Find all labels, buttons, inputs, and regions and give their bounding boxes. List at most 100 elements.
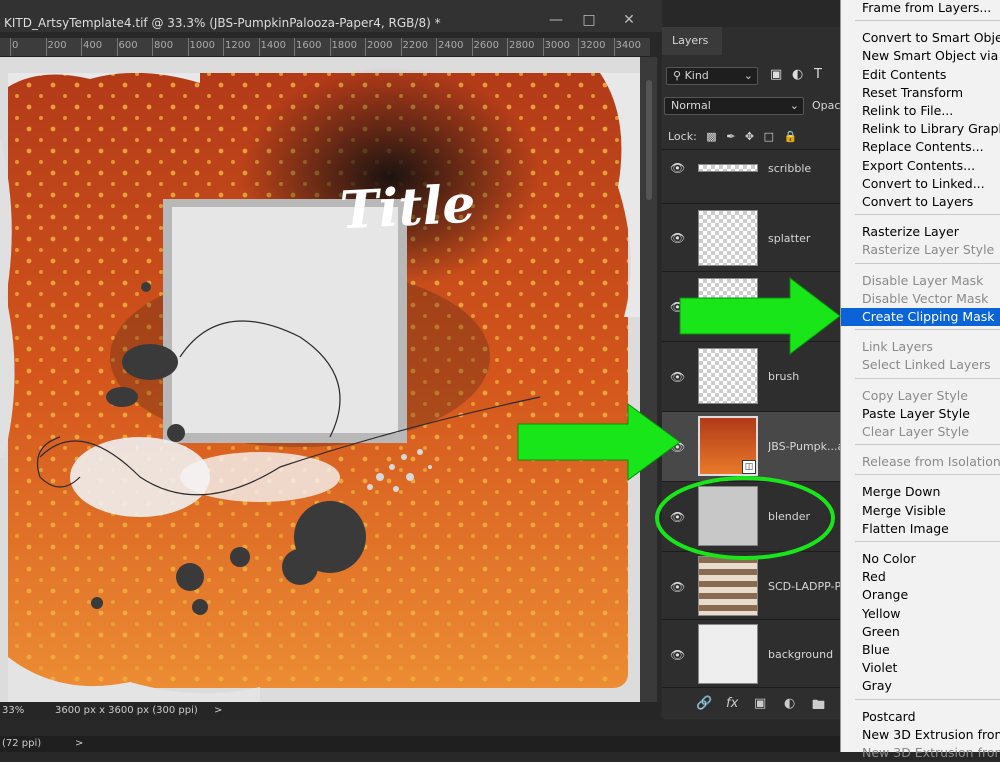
menu-item[interactable]: Edit Contents <box>841 66 1000 84</box>
ruler-tick-mark <box>152 38 153 56</box>
layer-row-background[interactable]: 👁 background <box>662 619 840 687</box>
layer-thumbnail <box>698 164 758 172</box>
eye-icon[interactable]: 👁 <box>670 300 685 314</box>
menu-separator <box>855 474 1000 476</box>
menu-separator <box>855 698 1000 700</box>
ruler-tick-label: 800 <box>154 40 174 51</box>
new-group-icon[interactable]: 🖿 <box>812 696 825 718</box>
menu-item[interactable]: Rasterize Layer <box>841 223 1000 241</box>
ruler-tick-label: 3200 <box>580 40 606 51</box>
eye-icon[interactable]: 👁 <box>670 510 685 524</box>
pixel-filter-icon[interactable]: ▣ <box>770 67 782 82</box>
menu-item[interactable]: New Smart Object via Copy <box>841 47 1000 65</box>
horizontal-ruler[interactable]: 0 200 400 600 800 1000 1200 1400 1600 1800 2000 220… <box>0 38 650 57</box>
menu-item[interactable]: Orange <box>841 586 1000 604</box>
eye-icon[interactable]: 👁 <box>670 231 685 245</box>
filter-kind-select[interactable]: ⚲ Kind ⌄ <box>666 67 758 85</box>
menu-item[interactable]: Convert to Smart Object <box>841 29 1000 47</box>
ruler-tick-mark <box>436 38 437 56</box>
layer-row-unnamed[interactable]: 👁 <box>662 271 840 341</box>
menu-item[interactable]: Violet <box>841 659 1000 677</box>
menu-item[interactable]: Gray <box>841 677 1000 695</box>
menu-item[interactable]: No Color <box>841 550 1000 568</box>
eye-icon[interactable]: 👁 <box>670 580 685 594</box>
lock-position-icon[interactable]: ✥ <box>745 130 754 143</box>
ruler-tick-mark <box>187 38 189 56</box>
menu-item: Copy Layer Style <box>862 387 968 403</box>
menu-item[interactable]: Merge Visible <box>841 502 1000 520</box>
menu-item[interactable]: Convert to Linked... <box>841 175 1000 193</box>
layer-row-jbs-paper[interactable]: 👁 ◫ JBS-Pumpk...a-Paper4 <box>662 411 840 481</box>
ruler-tick-mark <box>613 38 615 56</box>
menu-item: Release from Isolation <box>862 454 1000 470</box>
menu-item[interactable]: Merge Down <box>841 483 1000 501</box>
menu-item[interactable]: Create Clipping Mask <box>841 308 1000 326</box>
layer-thumbnail <box>698 556 758 616</box>
menu-item[interactable]: Paste Layer Style <box>841 405 1000 423</box>
menu-item[interactable]: Reset Transform <box>841 84 1000 102</box>
eye-icon[interactable]: 👁 <box>670 648 685 662</box>
link-layers-icon[interactable]: 🔗 <box>696 696 712 711</box>
ruler-tick-mark <box>294 38 295 56</box>
menu-item[interactable]: Relink to File... <box>841 102 1000 120</box>
ruler-tick-label: 600 <box>118 40 138 51</box>
type-filter-icon[interactable]: T <box>814 67 822 82</box>
blend-mode-select[interactable]: Normal ⌄ <box>664 97 804 115</box>
adjustment-layer-icon[interactable]: ◐ <box>784 696 795 711</box>
menu-item[interactable]: Convert to Layers <box>841 193 1000 211</box>
layer-row-brush[interactable]: 👁 brush <box>662 341 840 411</box>
search-icon: ⚲ <box>673 69 682 82</box>
menu-item[interactable]: Green <box>841 623 1000 641</box>
menu-item[interactable]: Blue <box>841 641 1000 659</box>
menu-item[interactable]: Yellow <box>841 605 1000 623</box>
menu-separator <box>855 214 1000 216</box>
lock-transparent-icon[interactable]: ▩ <box>706 130 716 143</box>
eye-icon[interactable]: 👁 <box>670 161 685 175</box>
maximize-icon[interactable]: □ <box>574 10 604 30</box>
fx-icon[interactable]: fx <box>726 696 738 711</box>
close-icon[interactable]: ✕ <box>614 10 644 30</box>
layer-row-scd-ladpp[interactable]: 👁 SCD-LADPP-PP <box>662 551 840 619</box>
scrollbar-thumb[interactable] <box>646 80 652 200</box>
menu-item: Link Layers <box>862 339 933 355</box>
layer-row-splatter[interactable]: 👁 splatter <box>662 203 840 271</box>
layer-row-scribble[interactable]: 👁 scribble <box>662 149 840 185</box>
minimize-icon[interactable]: — <box>541 10 571 30</box>
menu-item: Disable Vector Mask <box>862 290 989 306</box>
ruler-tick-mark <box>542 38 544 56</box>
tab-layers[interactable]: Layers <box>662 27 722 55</box>
menu-item[interactable]: Export Contents... <box>841 157 1000 175</box>
smart-object-icon: ◫ <box>742 460 756 474</box>
menu-item[interactable]: Relink to Library Graphic... <box>841 120 1000 138</box>
menu-item[interactable]: Replace Contents... <box>841 138 1000 156</box>
ruler-tick-mark <box>329 38 331 56</box>
ruler-tick-label: 1000 <box>189 40 215 51</box>
zoom-level[interactable]: 33% <box>2 702 24 720</box>
menu-item[interactable]: Red <box>841 568 1000 586</box>
layer-thumbnail <box>698 210 758 266</box>
eye-icon[interactable]: 👁 <box>670 440 685 454</box>
adjustment-filter-icon[interactable]: ◐ <box>792 67 803 82</box>
menu-item: New 3D Extrusion from Current Selection <box>862 745 1000 760</box>
menu-item: Disable Layer Mask <box>862 272 984 288</box>
lock-all-icon[interactable]: 🔒 <box>784 130 798 143</box>
menu-item[interactable]: Flatten Image <box>841 520 1000 538</box>
status-menu-arrow[interactable]: > <box>214 702 222 720</box>
add-mask-icon[interactable]: ▣ <box>754 696 766 711</box>
document-canvas[interactable]: Title <box>0 57 640 702</box>
eye-icon[interactable]: 👁 <box>670 370 685 384</box>
layer-name: blender <box>768 510 811 523</box>
lock-brush-icon[interactable]: ✒ <box>726 130 735 143</box>
ruler-tick-label: 3000 <box>544 40 570 51</box>
menu-item[interactable]: Frame from Layers... <box>841 0 1000 17</box>
lock-artboard-icon[interactable]: □ <box>764 130 774 143</box>
opacity-label[interactable]: Opaci <box>812 99 844 112</box>
menu-separator <box>855 20 1000 22</box>
bottom-menu-arrow[interactable]: > <box>75 736 83 752</box>
layer-thumbnail <box>698 624 758 684</box>
menu-item[interactable]: Postcard <box>841 708 1000 726</box>
menu-item[interactable]: New 3D Extrusion from Selected Layer <box>841 726 1000 744</box>
layer-row-blender[interactable]: 👁 blender <box>662 481 840 551</box>
document-tab-title[interactable]: KITD_ArtsyTemplate4.tif @ 33.3% (JBS-Pum… <box>4 16 441 30</box>
ruler-tick-mark <box>400 38 402 56</box>
